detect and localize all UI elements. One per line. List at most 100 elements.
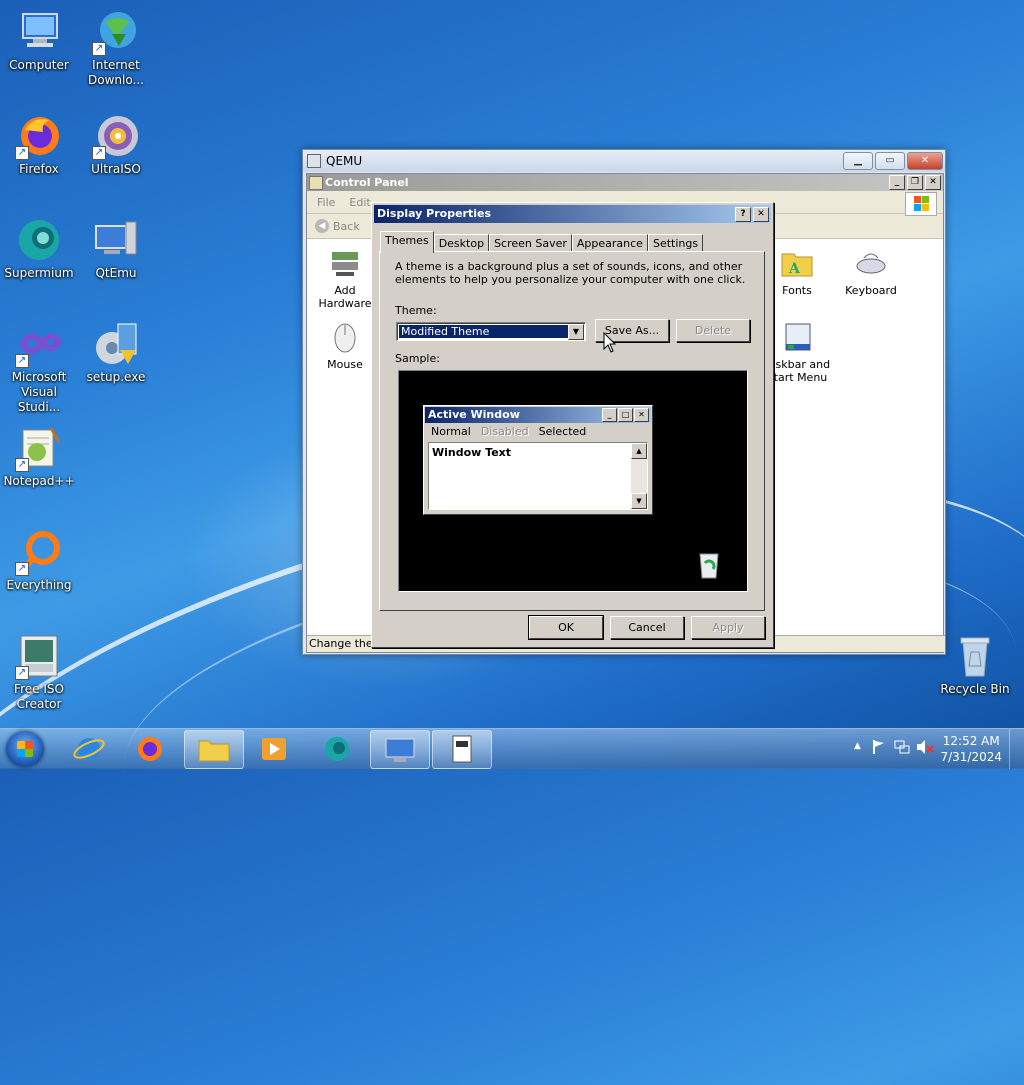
start-button[interactable]: [6, 731, 44, 767]
desktop-icon-notepadpp[interactable]: ↗ Notepad++: [1, 424, 77, 489]
speaker-muted-icon[interactable]: [916, 739, 934, 755]
globe-download-icon: ↗: [92, 8, 140, 56]
clock-date: 7/31/2024: [940, 750, 1002, 764]
sample-text-area: Window Text ▲ ▼: [428, 442, 648, 510]
taskbar-qemu[interactable]: [370, 730, 430, 769]
desktop-icon-ultraiso[interactable]: ↗ UltraISO: [78, 112, 154, 177]
chevron-down-icon[interactable]: ▼: [568, 324, 584, 340]
sample-menu-normal: Normal: [431, 425, 471, 438]
back-button[interactable]: ◀ Back: [315, 219, 360, 233]
shortcut-arrow-icon: ↗: [92, 146, 106, 160]
maximize-button[interactable]: ▭: [875, 152, 905, 170]
taskbar-firefox[interactable]: [121, 730, 179, 767]
hardware-icon: [328, 246, 362, 280]
monitor-icon: [385, 738, 415, 762]
close-button[interactable]: ✕: [907, 152, 943, 170]
minimize-button[interactable]: _: [889, 175, 905, 190]
firefox-icon: [138, 737, 162, 761]
ok-button[interactable]: OK: [528, 615, 604, 640]
sample-active-window: Active Window _ □ ✕ Normal Disabled Sele…: [423, 405, 653, 515]
system-tray: ▲ 12:52 AM 7/31/2024: [834, 729, 1024, 769]
taskbar-explorer[interactable]: [184, 730, 244, 769]
cp-item-keyboard[interactable]: Keyboard: [833, 246, 909, 297]
close-button[interactable]: ✕: [753, 207, 769, 222]
document-icon: [452, 735, 472, 763]
themes-panel: A theme is a background plus a set of so…: [379, 251, 765, 611]
taskbar-notepad[interactable]: [432, 730, 492, 769]
network-icon[interactable]: [894, 739, 910, 755]
desktop-icon-visual-studio[interactable]: ↗ Microsoft Visual Studi...: [1, 320, 77, 415]
desktop-icon-qtemu[interactable]: QtEmu: [78, 216, 154, 281]
desktop-icon-everything[interactable]: ↗ Everything: [1, 528, 77, 593]
theme-label: Theme:: [395, 304, 437, 317]
maximize-icon: □: [618, 408, 633, 422]
supermium-icon: [15, 216, 63, 264]
sample-menu: Normal Disabled Selected: [424, 424, 652, 440]
fonts-folder-icon: A: [780, 246, 814, 280]
clock[interactable]: 12:52 AM 7/31/2024: [940, 733, 1002, 765]
taskbar-ie[interactable]: [60, 730, 118, 767]
help-button[interactable]: ?: [735, 207, 751, 222]
display-properties-dialog[interactable]: Display Properties ? ✕ Themes Desktop Sc…: [371, 202, 774, 648]
shortcut-arrow-icon: ↗: [15, 146, 29, 160]
shortcut-arrow-icon: ↗: [92, 42, 106, 56]
tab-themes[interactable]: Themes: [380, 231, 434, 253]
folder-icon: [198, 740, 230, 762]
desktop-icon-computer[interactable]: Computer: [1, 8, 77, 73]
shortcut-arrow-icon: ↗: [15, 562, 29, 576]
disc-icon: ↗: [92, 112, 140, 160]
desktop-icon-free-iso-creator[interactable]: ↗ Free ISO Creator: [1, 632, 77, 712]
qtemu-icon: [92, 216, 140, 264]
theme-sample-preview: Active Window _ □ ✕ Normal Disabled Sele…: [398, 370, 748, 592]
notepad-plus-plus-icon: ↗: [15, 424, 63, 472]
taskbar-supermium[interactable]: [308, 730, 366, 767]
taskbar-media-player[interactable]: [245, 730, 303, 767]
sample-label: Sample:: [395, 352, 440, 365]
supermium-icon: [325, 737, 349, 761]
minimize-button[interactable]: ▁: [843, 152, 873, 170]
menu-file[interactable]: File: [317, 196, 335, 209]
scroll-up-icon: ▲: [631, 443, 647, 459]
qemu-app-icon: [307, 154, 321, 168]
shortcut-arrow-icon: ↗: [15, 666, 29, 680]
close-icon: ✕: [634, 408, 649, 422]
chevron-up-icon[interactable]: ▲: [854, 741, 861, 751]
keyboard-icon: [854, 246, 888, 280]
internet-explorer-icon: [73, 738, 105, 760]
flag-icon[interactable]: [872, 739, 886, 755]
desktop-icon-internet-download[interactable]: ↗ Internet Downlo...: [78, 8, 154, 88]
menu-edit[interactable]: Edit: [349, 196, 370, 209]
shortcut-arrow-icon: ↗: [15, 354, 29, 368]
svg-text:A: A: [788, 261, 801, 277]
desktop-icon-supermium[interactable]: Supermium: [1, 216, 77, 281]
delete-button[interactable]: Delete: [676, 319, 750, 342]
desktop-icon-firefox[interactable]: ↗ Firefox: [1, 112, 77, 177]
show-desktop-button[interactable]: [1009, 729, 1024, 769]
qemu-title: QEMU: [326, 154, 363, 168]
taskbar: ▲ 12:52 AM 7/31/2024: [0, 728, 1024, 769]
clock-time: 12:52 AM: [942, 734, 1000, 748]
control-panel-icon: [309, 176, 323, 190]
restore-button[interactable]: ❐: [907, 175, 923, 190]
minimize-icon: _: [602, 408, 617, 422]
recycle-bin-icon: [951, 632, 999, 680]
dialog-titlebar[interactable]: Display Properties ? ✕: [374, 205, 771, 223]
visual-studio-icon: ↗: [15, 320, 63, 368]
apply-button[interactable]: Apply: [691, 616, 765, 639]
computer-icon: [15, 8, 63, 56]
control-panel-titlebar[interactable]: Control Panel _ ❐ ✕: [307, 174, 943, 191]
theme-select[interactable]: Modified Theme ▼: [396, 322, 586, 341]
cancel-button[interactable]: Cancel: [610, 616, 684, 639]
desktop-icon-setup[interactable]: setup.exe: [78, 320, 154, 385]
setup-icon: [92, 320, 140, 368]
firefox-icon: ↗: [15, 112, 63, 160]
magnifier-icon: ↗: [15, 528, 63, 576]
sample-scrollbar: ▲ ▼: [631, 443, 647, 509]
close-button[interactable]: ✕: [925, 175, 941, 190]
shortcut-arrow-icon: ↗: [15, 458, 29, 472]
desktop-icon-recycle-bin[interactable]: Recycle Bin: [937, 632, 1013, 697]
iso-creator-icon: ↗: [15, 632, 63, 680]
taskbar-icon: [780, 320, 814, 354]
scroll-down-icon: ▼: [631, 493, 647, 509]
recycle-bin-icon: [695, 549, 723, 579]
